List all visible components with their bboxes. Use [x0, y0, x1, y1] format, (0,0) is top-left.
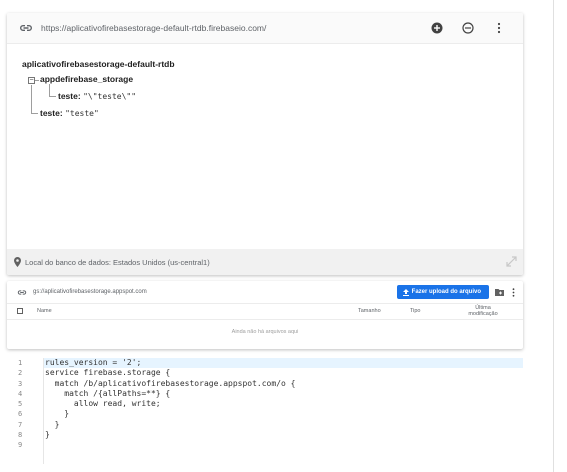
tree-connector	[31, 85, 32, 113]
nested-key: teste:	[58, 91, 81, 101]
col-size[interactable]: Tamanho	[358, 308, 381, 314]
line-number: 9	[18, 441, 23, 450]
tree-connector	[31, 113, 38, 114]
col-last-modified-line2: modificação	[468, 311, 498, 317]
add-circle-icon[interactable]	[430, 21, 444, 35]
root-key: teste:	[40, 108, 63, 118]
code-line[interactable]	[44, 440, 523, 450]
code-line[interactable]: allow read, write;	[44, 399, 523, 409]
more-vert-icon[interactable]	[492, 21, 506, 35]
code-line[interactable]: }	[44, 409, 523, 419]
line-number: 1	[18, 359, 23, 367]
code-line[interactable]: rules_version = '2';	[44, 358, 523, 369]
line-number: 3	[18, 379, 23, 388]
bucket-url[interactable]: gs://aplicativofirebasestorage.appspot.c…	[33, 289, 397, 295]
code-line[interactable]: service firebase.storage {	[44, 368, 523, 378]
realtime-database-panel: https://aplicativofirebasestorage-defaul…	[7, 13, 523, 275]
nested-value[interactable]: "\"teste\""	[83, 92, 136, 101]
upload-icon	[402, 288, 409, 296]
col-last-modified[interactable]: Última modificação	[463, 305, 503, 317]
location-pin-icon	[14, 257, 21, 267]
upload-file-button[interactable]: Fazer upload do arquivo	[396, 285, 489, 299]
expand-icon[interactable]	[506, 256, 517, 269]
root-node[interactable]: aplicativofirebasestorage-default-rtdb	[22, 59, 175, 69]
tree-connector	[49, 96, 56, 97]
more-vert-icon[interactable]	[512, 287, 515, 297]
location-text: Local do banco de dados: Estados Unidos …	[25, 257, 210, 267]
line-number: 6	[18, 410, 23, 419]
col-type[interactable]: Tipo	[410, 308, 421, 314]
collapse-toggle[interactable]: −	[28, 77, 35, 84]
line-number: 5	[18, 400, 23, 409]
files-table-header: Name Tamanho Tipo Última modificação	[7, 304, 523, 320]
nested-entry[interactable]: teste: "\"teste\""	[58, 91, 136, 101]
database-toolbar: https://aplicativofirebasestorage-defaul…	[7, 13, 523, 44]
code-line[interactable]: match /{allPaths=**} {	[44, 389, 523, 399]
upload-label: Fazer upload do arquivo	[411, 289, 481, 295]
remove-circle-icon[interactable]	[461, 21, 475, 35]
code-line[interactable]: }	[44, 420, 523, 430]
child-node[interactable]: appdefirebase_storage	[40, 74, 133, 84]
new-folder-icon[interactable]	[495, 288, 504, 296]
database-url[interactable]: https://aplicativofirebasestorage-defaul…	[41, 23, 430, 33]
rules-editor[interactable]: 1 2 3 4 5 6 7 8 9 rules_version = '2'; s…	[7, 358, 523, 464]
line-number: 7	[18, 420, 23, 429]
tree-connector	[35, 80, 39, 81]
code-area[interactable]: rules_version = '2'; service firebase.st…	[44, 358, 523, 451]
database-location-bar: Local do banco de dados: Estados Unidos …	[7, 249, 523, 275]
storage-toolbar: gs://aplicativofirebasestorage.appspot.c…	[7, 281, 523, 304]
root-value[interactable]: "teste"	[65, 109, 99, 118]
storage-panel: gs://aplicativofirebasestorage.appspot.c…	[7, 281, 523, 349]
root-entry[interactable]: teste: "teste"	[40, 108, 99, 118]
empty-files-message: Ainda não há arquivos aqui	[231, 329, 299, 335]
line-number: 2	[18, 369, 23, 378]
line-number-gutter: 1 2 3 4 5 6 7 8 9	[7, 358, 44, 464]
database-tree: aplicativofirebasestorage-default-rtdb −…	[7, 44, 523, 242]
code-line[interactable]: match /b/aplicativofirebasestorage.appsp…	[44, 379, 523, 389]
link-icon[interactable]	[17, 289, 27, 296]
link-icon[interactable]	[19, 21, 33, 35]
right-divider	[553, 0, 554, 472]
line-number: 4	[18, 389, 23, 398]
code-line[interactable]: }	[44, 430, 523, 440]
select-all-checkbox[interactable]	[17, 308, 23, 314]
tree-connector	[49, 84, 50, 96]
line-number: 8	[18, 431, 23, 440]
col-name[interactable]: Name	[37, 308, 52, 314]
